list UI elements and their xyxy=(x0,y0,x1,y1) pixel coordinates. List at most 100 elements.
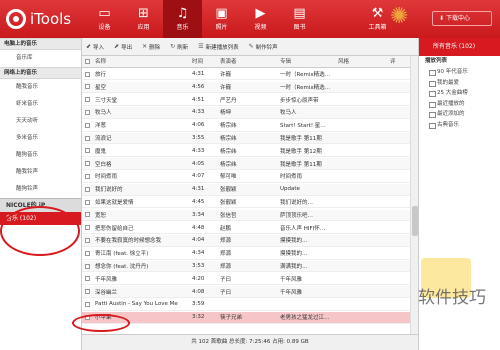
checkbox-box[interactable] xyxy=(85,161,90,167)
table-row[interactable]: 魔鬼 4:33 杨宗纬 我是歌手 第12期 xyxy=(82,146,410,158)
row-checkbox[interactable] xyxy=(82,148,93,154)
checkbox-box[interactable] xyxy=(85,199,90,205)
nav-tab-0[interactable]: ▭ 设备 xyxy=(85,0,124,38)
table-row[interactable]: 空白格 4:05 杨宗纬 我是歌手 第11期 xyxy=(82,158,410,170)
row-checkbox[interactable] xyxy=(82,276,93,282)
table-row[interactable]: 不要在我寂寞的时候想念我 4:04 郑源 摸摸我的… xyxy=(82,235,410,247)
playlist-item[interactable]: 最近播放的 xyxy=(419,99,500,110)
nav-tab-3[interactable]: ▣ 照片 xyxy=(202,0,241,38)
checkbox-box[interactable] xyxy=(85,135,90,141)
sidebar-item-net[interactable]: 虾米音乐 xyxy=(0,96,81,113)
table-row[interactable]: 深谷幽兰 4:08 子曰 千年风雅 xyxy=(82,286,410,298)
table-row[interactable]: 小苹果 3:32 筷子兄弟 老男孩之猛龙过江… xyxy=(82,312,410,324)
table-row[interactable]: 洋葱 4:06 杨宗纬 Start! Start! 星… xyxy=(82,120,410,132)
table-row[interactable]: 星空 4:56 许巍 一时（Remix精选… xyxy=(82,81,410,94)
playlist-item[interactable]: 古典音乐 xyxy=(419,120,500,131)
table-row[interactable]: 三寸天堂 4:51 严艺丹 步步惊心原声带 xyxy=(82,94,410,106)
row-checkbox[interactable] xyxy=(82,237,93,243)
header-col-time[interactable]: 时间 xyxy=(190,57,218,65)
sidebar-item-net[interactable]: 酷狗音乐 xyxy=(0,147,81,164)
sidebar-item-net[interactable]: 天天动听 xyxy=(0,113,81,130)
sidebar-item-pc[interactable]: 音乐库 xyxy=(0,50,81,67)
checkbox-box[interactable] xyxy=(85,212,90,218)
table-row[interactable]: 旅行 4:31 许巍 一时（Remix精选… xyxy=(82,69,410,81)
checkbox-box[interactable] xyxy=(85,301,90,307)
device-name[interactable]: NICOLE的 iP xyxy=(0,198,81,212)
row-checkbox[interactable] xyxy=(82,314,93,320)
checkbox-box[interactable] xyxy=(85,84,90,90)
checkbox-box[interactable] xyxy=(85,97,90,103)
header-col-album[interactable]: 专辑 xyxy=(278,57,336,65)
table-row[interactable]: 宽恕 3:34 张信哲 萨顶顶乐吧… xyxy=(82,209,410,222)
checkbox-box[interactable] xyxy=(85,122,90,128)
all-music-header[interactable]: 所有音乐 (102) xyxy=(419,38,500,56)
select-all-checkbox[interactable] xyxy=(82,58,93,64)
header-col-artist[interactable]: 表演者 xyxy=(218,57,278,65)
table-scrollbar[interactable] xyxy=(410,56,418,334)
checkbox-box[interactable] xyxy=(85,71,90,77)
row-checkbox[interactable] xyxy=(82,71,93,77)
table-row[interactable]: 千年风雅 4:20 子曰 千年风雅 xyxy=(82,274,410,286)
toolbar-button-4[interactable]: ☰ 新建播放列表 xyxy=(198,43,238,51)
download-center-button[interactable]: ⬇ 下载中心 xyxy=(432,11,492,26)
checkbox-box[interactable] xyxy=(85,314,90,320)
row-checkbox[interactable] xyxy=(82,289,93,295)
toolbar-button-0[interactable]: ⬋ 导入 xyxy=(86,43,104,51)
sidebar-item-net[interactable]: 酷我音乐 xyxy=(0,79,81,96)
table-row[interactable]: 流浪记 3:55 杨宗纬 我是歌手 第11期 xyxy=(82,132,410,145)
row-checkbox[interactable] xyxy=(82,186,93,192)
toolbar-button-2[interactable]: ✕ 删除 xyxy=(142,43,160,51)
toolbar-button-3[interactable]: ↻ 刷新 xyxy=(170,43,188,51)
row-checkbox[interactable] xyxy=(82,84,93,90)
toolbar-button-5[interactable]: ✎ 制作铃声 xyxy=(249,43,278,51)
row-checkbox[interactable] xyxy=(82,173,93,179)
sidebar-item-music-selected[interactable]: 音乐 (102) xyxy=(0,212,81,225)
table-row[interactable]: 牧马人 4:33 杨坤 牧马人 xyxy=(82,107,410,119)
row-checkbox[interactable] xyxy=(82,225,93,231)
checkbox-box[interactable] xyxy=(85,225,90,231)
nav-tab-1[interactable]: ⊞ 应用 xyxy=(124,0,163,38)
checkbox-box[interactable] xyxy=(85,109,90,115)
checkbox-box[interactable] xyxy=(85,263,90,269)
row-checkbox[interactable] xyxy=(82,199,93,205)
toolbar-button-1[interactable]: ⬈ 导出 xyxy=(114,43,132,51)
table-row[interactable]: 如果这就是爱情 4:45 张靓颖 我们说好的… xyxy=(82,197,410,209)
checkbox-box[interactable] xyxy=(85,173,90,179)
playlist-item[interactable]: 25 大金曲榜 xyxy=(419,88,500,99)
checkbox-box[interactable] xyxy=(85,276,90,282)
header-col-style[interactable]: 风格 xyxy=(336,57,388,65)
row-checkbox[interactable] xyxy=(82,161,93,167)
table-row[interactable]: 想念你 (feat. 沈丹丹) 3:53 郑源 满满我的… xyxy=(82,260,410,273)
nav-tab-6[interactable] xyxy=(319,0,358,38)
row-checkbox[interactable] xyxy=(82,122,93,128)
table-row[interactable]: 寄江南 (feat. 徐立平) 4:34 郑源 摸摸我的… xyxy=(82,248,410,260)
row-checkbox[interactable] xyxy=(82,212,93,218)
checkbox-box[interactable] xyxy=(85,58,90,64)
checkbox-box[interactable] xyxy=(85,250,90,256)
row-checkbox[interactable] xyxy=(82,263,93,269)
table-row[interactable]: 时间煮雨 4:07 郁可唯 时间煮雨 xyxy=(82,171,410,183)
playlist-item[interactable]: 我的最爱 xyxy=(419,78,500,89)
playlist-item[interactable]: 最近添加的 xyxy=(419,109,500,120)
row-checkbox[interactable] xyxy=(82,301,93,307)
row-checkbox[interactable] xyxy=(82,109,93,115)
checkbox-box[interactable] xyxy=(85,237,90,243)
nav-tab-2[interactable]: ♫ 音乐 xyxy=(163,0,202,38)
nav-tab-4[interactable]: ▶ 视频 xyxy=(241,0,280,38)
checkbox-box[interactable] xyxy=(85,289,90,295)
row-checkbox[interactable] xyxy=(82,250,93,256)
table-row[interactable]: 我们说好的 4:31 张靓颖 Update xyxy=(82,184,410,196)
sidebar-item-net[interactable]: 酷我铃声 xyxy=(0,164,81,181)
header-col-rating[interactable]: 评 xyxy=(388,57,410,65)
checkbox-box[interactable] xyxy=(85,148,90,154)
playlist-item[interactable]: 90 年代音乐 xyxy=(419,67,500,78)
row-checkbox[interactable] xyxy=(82,135,93,141)
table-row[interactable]: 把悲伤留给自己 4:48 赵鹏 音乐人声 HIFI怀… xyxy=(82,222,410,234)
table-row[interactable]: Patti Austin - Say You Love Me 3:59 xyxy=(82,299,410,311)
nav-tab-5[interactable]: ▤ 图书 xyxy=(280,0,319,38)
row-checkbox[interactable] xyxy=(82,97,93,103)
sidebar-item-net[interactable]: 酷狗铃声 xyxy=(0,181,81,198)
checkbox-box[interactable] xyxy=(85,186,90,192)
header-col-name[interactable]: 名称 xyxy=(93,57,190,65)
sidebar-item-net[interactable]: 多米音乐 xyxy=(0,130,81,147)
